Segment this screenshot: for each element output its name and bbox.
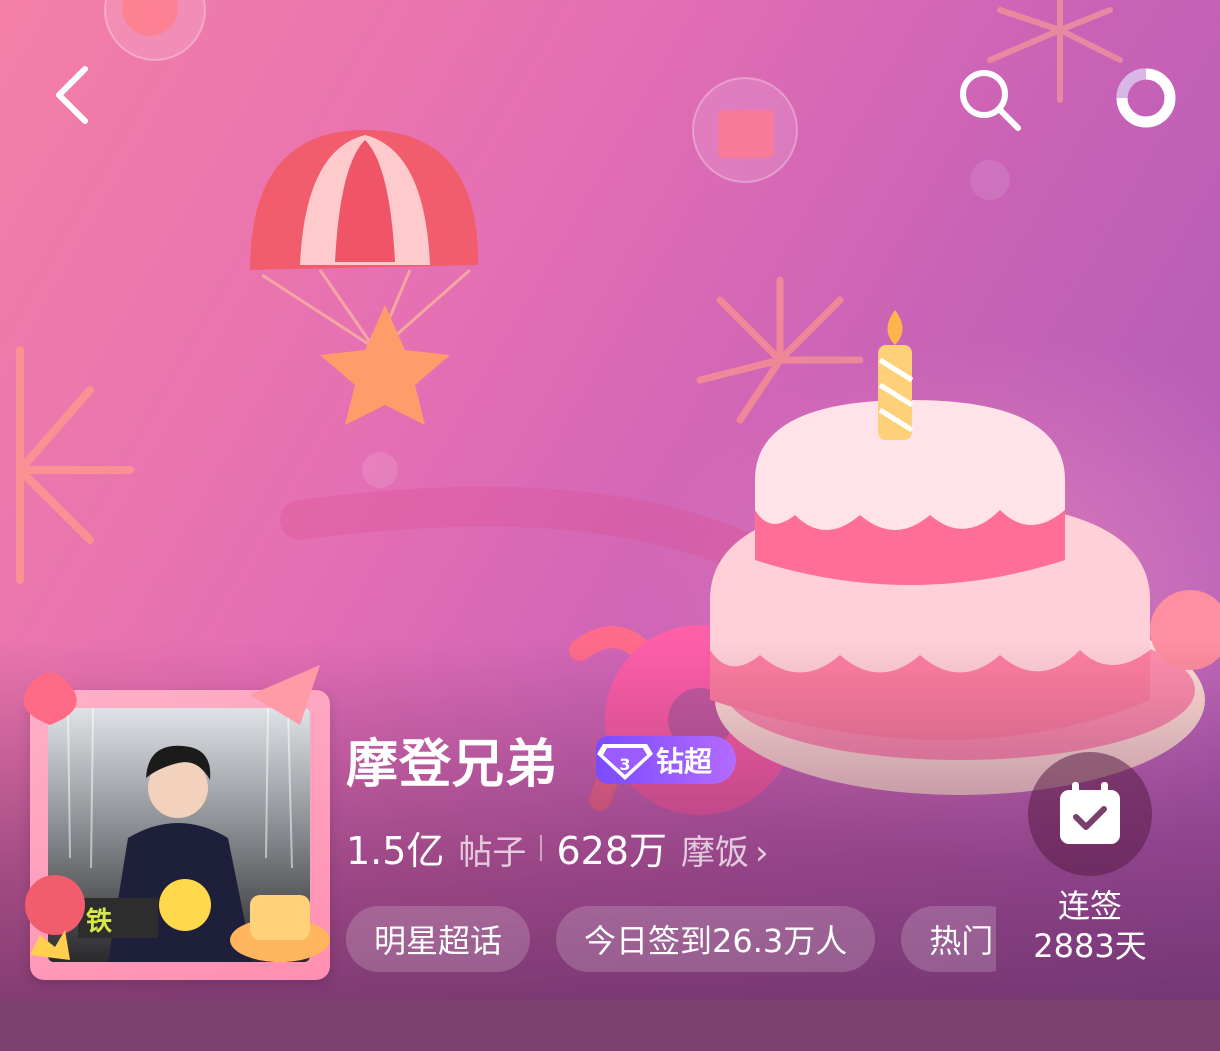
badge-level: 3 (619, 755, 630, 774)
signin-days: 2883天 (1033, 927, 1147, 965)
signin-button[interactable] (1028, 752, 1152, 876)
avatar-frame[interactable]: 铁 (23, 665, 330, 980)
super-topic-badge[interactable]: 3 钻超 (596, 736, 736, 784)
signin-streak: 连签 2883天 (1010, 886, 1170, 966)
chevron-right-icon: › (754, 833, 769, 873)
topic-header-screen: 铁 摩登兄弟 3 钻超 1.5亿 帖子 628万 摩饭 › 明星超话 今日签到2… (0, 0, 1220, 1051)
fans-count: 628万 (556, 829, 667, 873)
diamond-icon: 3 (596, 736, 654, 784)
tag-chip-checkins-today[interactable]: 今日签到26.3万人 (556, 906, 876, 972)
posts-count: 1.5亿 (346, 829, 445, 873)
content-area-edge (0, 1000, 1220, 1051)
more-button[interactable] (1108, 60, 1184, 136)
firework-mid (696, 276, 864, 424)
topic-title: 摩登兄弟 (346, 735, 559, 795)
search-button[interactable] (950, 60, 1030, 140)
tag-chips: 明星超话 今日签到26.3万人 热门 (346, 906, 996, 972)
signin-label: 连签 (1057, 887, 1122, 925)
firework-left (16, 346, 134, 584)
fans-label: 摩饭 (680, 833, 749, 873)
calendar-check-icon (1060, 782, 1120, 844)
posts-label: 帖子 (458, 833, 527, 873)
topic-stats[interactable]: 1.5亿 帖子 628万 摩饭 › (346, 820, 769, 876)
ring-icon (1116, 68, 1176, 128)
badge-label: 钻超 (656, 745, 713, 778)
back-button[interactable] (36, 60, 106, 130)
parachute (250, 130, 479, 425)
stats-divider (540, 835, 543, 861)
tag-chip-star-topic[interactable]: 明星超话 (346, 906, 531, 972)
party-decoration (23, 665, 330, 962)
chevron-left-icon (56, 66, 88, 124)
tag-chip-hot[interactable]: 热门 (901, 906, 996, 972)
search-icon (960, 70, 1021, 131)
